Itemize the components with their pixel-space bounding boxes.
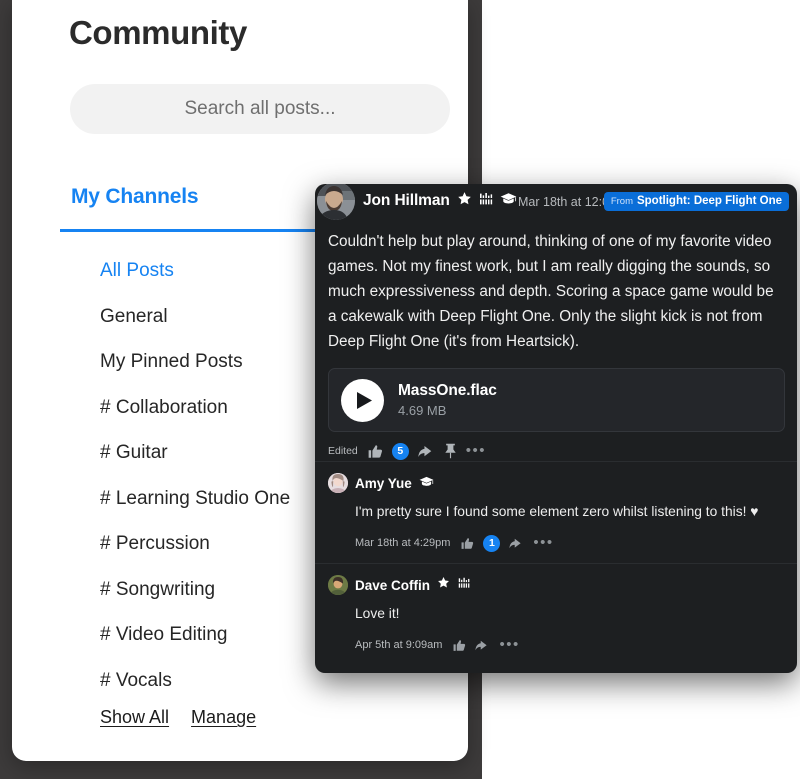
more-dots-icon[interactable]: ••• bbox=[466, 443, 486, 458]
comment-action-bar: Mar 18th at 4:29pm 1 ••• bbox=[355, 534, 785, 552]
more-dots-icon[interactable]: ••• bbox=[533, 535, 553, 550]
thumbs-up-icon[interactable] bbox=[461, 537, 474, 550]
from-target-label: Spotlight: Deep Flight One bbox=[636, 195, 782, 207]
post-body-text: Couldn't help but play around, thinking … bbox=[328, 233, 774, 350]
avatar[interactable] bbox=[328, 575, 348, 595]
more-dots-icon[interactable]: ••• bbox=[499, 637, 519, 652]
post-author-name[interactable]: Jon Hillman bbox=[363, 192, 450, 210]
attachment-filename: MassOne.flac bbox=[398, 382, 497, 399]
post-timestamp: Mar 18th at 12:02 bbox=[518, 195, 616, 209]
page-title: Community bbox=[69, 14, 247, 51]
star-badge-icon bbox=[457, 191, 472, 211]
post-author-badges bbox=[457, 191, 517, 211]
comment-action-bar: Apr 5th at 9:09am ••• bbox=[355, 636, 785, 654]
star-badge-icon bbox=[437, 576, 450, 594]
reply-arrow-icon[interactable] bbox=[418, 444, 435, 459]
comment-text: I'm pretty sure I found some element zer… bbox=[355, 504, 759, 519]
page-left-edge bbox=[0, 0, 12, 779]
show-all-link[interactable]: Show All bbox=[100, 707, 169, 728]
attachment-filesize: 4.69 MB bbox=[398, 403, 447, 418]
comment-author-name[interactable]: Amy Yue bbox=[355, 476, 412, 491]
thumbs-up-icon[interactable] bbox=[368, 444, 383, 459]
play-icon[interactable] bbox=[341, 378, 384, 422]
reply-arrow-icon[interactable] bbox=[509, 537, 524, 550]
tab-my-channels[interactable]: My Channels bbox=[71, 185, 199, 209]
avatar[interactable] bbox=[328, 473, 348, 493]
graduation-cap-badge-icon bbox=[419, 474, 434, 492]
search-input[interactable] bbox=[70, 84, 450, 134]
edited-label: Edited bbox=[328, 445, 358, 457]
reply-arrow-icon[interactable] bbox=[475, 639, 490, 652]
graduation-cap-badge-icon bbox=[500, 192, 517, 210]
studio-badge-icon bbox=[457, 576, 471, 594]
audio-attachment[interactable]: MassOne.flac 4.69 MB bbox=[328, 368, 785, 432]
from-spotlight-badge[interactable]: From Spotlight: Deep Flight One bbox=[603, 192, 789, 211]
comment-author-name[interactable]: Dave Coffin bbox=[355, 578, 430, 593]
manage-link[interactable]: Manage bbox=[191, 707, 256, 728]
thumbs-up-icon[interactable] bbox=[453, 639, 466, 652]
channel-footer-links: Show All Manage bbox=[100, 707, 256, 728]
from-label: From bbox=[610, 196, 633, 207]
post-header: Jon Hillman Mar 18th at 12:02 From Spotl… bbox=[315, 184, 797, 226]
comment-item: Dave Coffin Love it! Apr 5th at 9:09am •… bbox=[315, 563, 797, 665]
comment-item: Amy Yue I'm pretty sure I found some ele… bbox=[315, 461, 797, 563]
studio-badge-icon bbox=[478, 192, 494, 211]
pin-icon[interactable] bbox=[444, 443, 457, 459]
avatar[interactable] bbox=[317, 184, 355, 220]
right-backdrop-panel-lower bbox=[480, 690, 800, 779]
post-card: Jon Hillman Mar 18th at 12:02 From Spotl… bbox=[315, 184, 797, 673]
like-count-badge[interactable]: 1 bbox=[483, 534, 501, 552]
comment-text: Love it! bbox=[355, 606, 400, 621]
comment-header: Dave Coffin bbox=[328, 575, 785, 595]
attachment-meta: MassOne.flac 4.69 MB bbox=[398, 382, 497, 418]
like-count-badge[interactable]: 5 bbox=[391, 442, 409, 460]
comment-timestamp: Apr 5th at 9:09am bbox=[355, 639, 443, 651]
comment-timestamp: Mar 18th at 4:29pm bbox=[355, 537, 451, 549]
post-action-bar: Edited 5 ••• bbox=[328, 441, 797, 461]
comment-header: Amy Yue bbox=[328, 473, 785, 493]
